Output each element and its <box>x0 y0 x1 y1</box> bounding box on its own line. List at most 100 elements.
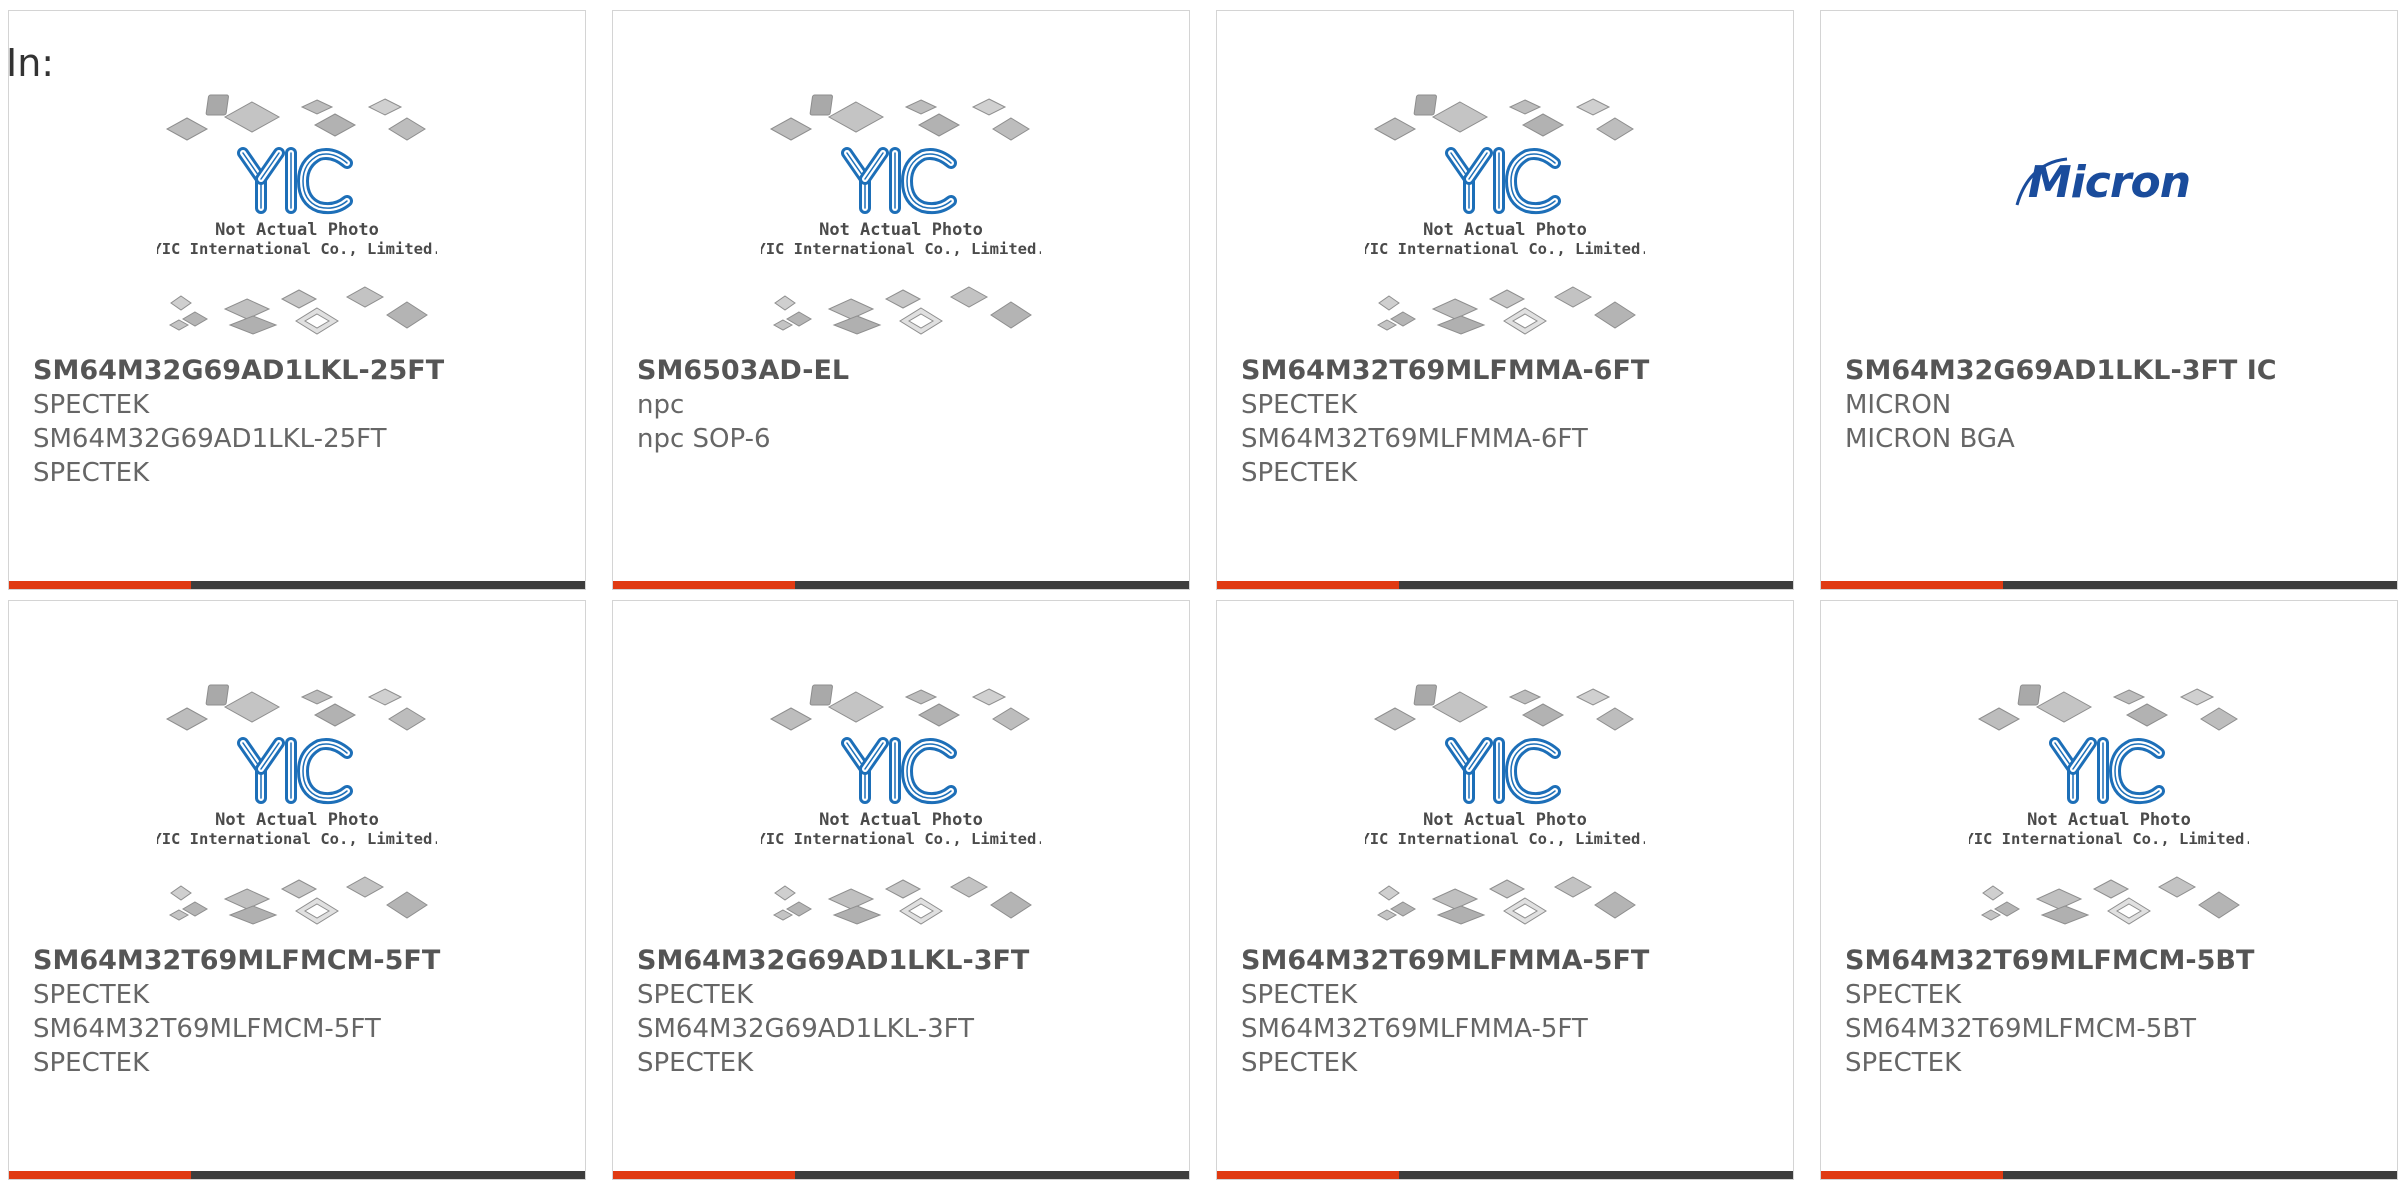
product-name[interactable]: SM6503AD-EL <box>637 354 1179 388</box>
product-info: SM64M32G69AD1LKL-3FT SPECTEK SM64M32G69A… <box>637 944 1179 1080</box>
not-actual-photo-caption: Not Actual Photo <box>819 220 983 240</box>
card-bottom-bar <box>1217 1171 1793 1179</box>
product-name[interactable]: SM64M32T69MLFMCM-5BT <box>1845 944 2387 978</box>
chip-packages-icon <box>168 286 428 335</box>
not-actual-photo-caption: Not Actual Photo <box>2027 810 2191 830</box>
product-name[interactable]: SM64M32T69MLFMMA-5FT <box>1241 944 1783 978</box>
company-caption: YIC International Co., Limited. <box>761 830 1041 848</box>
package-text: SPECTEK <box>33 458 150 488</box>
product-info: SM64M32T69MLFMCM-5BT SPECTEK SM64M32T69M… <box>1845 944 2387 1080</box>
product-info: SM64M32T69MLFMCM-5FT SPECTEK SM64M32T69M… <box>33 944 575 1080</box>
not-actual-photo-caption: Not Actual Photo <box>215 810 379 830</box>
card-accent-bar <box>9 1171 191 1179</box>
product-info: SM64M32G69AD1LKL-3FT IC MICRON MICRON BG… <box>1845 354 2387 456</box>
card-accent-bar <box>1217 581 1399 589</box>
product-info: SM64M32T69MLFMMA-6FT SPECTEK SM64M32T69M… <box>1241 354 1783 490</box>
chip-packages-icon <box>772 876 1032 925</box>
yic-logo-icon <box>237 147 353 215</box>
product-card[interactable]: Not Actual Photo YIC International Co., L… <box>612 10 1190 590</box>
chip-packages-icon <box>1376 286 1636 335</box>
product-name[interactable]: SM64M32G69AD1LKL-3FT <box>637 944 1179 978</box>
yic-logo-icon <box>841 147 957 215</box>
chip-packages-icon <box>769 94 1030 141</box>
product-photo-placeholder: Not Actual Photo YIC International Co., L… <box>9 683 585 943</box>
part-description: SM64M32T69MLFMMA-5FT <box>1241 1014 1588 1044</box>
not-actual-photo-caption: Not Actual Photo <box>1423 220 1587 240</box>
product-card[interactable]: Not Actual Photo YIC International Co., L… <box>8 10 586 590</box>
product-photo-placeholder: Not Actual Photo YIC International Co., L… <box>1217 93 1793 353</box>
product-photo-placeholder: Not Actual Photo YIC International Co., L… <box>9 93 585 353</box>
product-photo-placeholder: Not Actual Photo YIC International Co., L… <box>1217 683 1793 943</box>
chip-packages-icon <box>772 286 1032 335</box>
part-description: SM64M32G69AD1LKL-25FT <box>33 424 387 454</box>
product-info: SM64M32T69MLFMMA-5FT SPECTEK SM64M32T69M… <box>1241 944 1783 1080</box>
part-description: SM64M32G69AD1LKL-3FT <box>637 1014 974 1044</box>
card-bottom-bar <box>1217 581 1793 589</box>
chip-packages-icon <box>769 684 1030 731</box>
card-accent-bar <box>1821 1171 2003 1179</box>
chip-packages-icon <box>165 94 426 141</box>
manufacturer-text: SPECTEK <box>33 980 150 1010</box>
card-accent-bar <box>613 581 795 589</box>
product-card[interactable]: Not Actual Photo YIC International Co., L… <box>1216 600 1794 1180</box>
card-bottom-bar <box>1821 581 2397 589</box>
card-bottom-bar <box>613 581 1189 589</box>
package-text: SPECTEK <box>1845 1048 1962 1078</box>
package-text: SPECTEK <box>1241 1048 1358 1078</box>
yic-logo-icon <box>237 737 353 805</box>
product-photo-placeholder: Not Actual Photo YIC International Co., L… <box>613 683 1189 943</box>
product-name[interactable]: SM64M32T69MLFMMA-6FT <box>1241 354 1783 388</box>
chip-packages-icon <box>1977 684 2238 731</box>
product-photo-placeholder: Not Actual Photo YIC International Co., L… <box>1821 683 2397 943</box>
manufacturer-text: npc <box>637 390 685 420</box>
manufacturer-text: SPECTEK <box>637 980 754 1010</box>
card-bottom-bar <box>9 1171 585 1179</box>
card-accent-bar <box>1821 581 2003 589</box>
yic-logo-icon <box>841 737 957 805</box>
product-name[interactable]: SM64M32G69AD1LKL-3FT IC <box>1845 354 2387 388</box>
manufacturer-text: SPECTEK <box>1241 980 1358 1010</box>
not-actual-photo-caption: Not Actual Photo <box>819 810 983 830</box>
company-caption: YIC International Co., Limited. <box>761 240 1041 258</box>
part-description: SM64M32T69MLFMCM-5FT <box>33 1014 381 1044</box>
product-info: SM6503AD-EL npc npc SOP-6 <box>637 354 1179 456</box>
company-caption: YIC International Co., Limited. <box>1365 830 1645 848</box>
card-bottom-bar <box>1821 1171 2397 1179</box>
chip-packages-icon <box>1376 876 1636 925</box>
card-bottom-bar <box>613 1171 1189 1179</box>
package-text: SPECTEK <box>1241 458 1358 488</box>
manufacturer-text: SPECTEK <box>1241 390 1358 420</box>
package-text: SPECTEK <box>33 1048 150 1078</box>
chip-packages-icon <box>1373 684 1634 731</box>
card-accent-bar <box>613 1171 795 1179</box>
manufacturer-text: SPECTEK <box>1845 980 1962 1010</box>
product-name[interactable]: SM64M32G69AD1LKL-25FT <box>33 354 575 388</box>
yic-logo-icon <box>1445 737 1561 805</box>
part-description: npc SOP-6 <box>637 424 771 454</box>
card-accent-bar <box>1217 1171 1399 1179</box>
product-info: SM64M32G69AD1LKL-25FT SPECTEK SM64M32G69… <box>33 354 575 490</box>
not-actual-photo-caption: Not Actual Photo <box>1423 810 1587 830</box>
product-grid: Not Actual Photo YIC International Co., L… <box>8 10 2398 1180</box>
manufacturer-text: MICRON <box>1845 390 1952 420</box>
product-card[interactable]: Not Actual Photo YIC International Co., L… <box>8 600 586 1180</box>
micron-logo-icon: Micron <box>1821 149 2397 219</box>
product-card[interactable]: Not Actual Photo YIC International Co., L… <box>612 600 1190 1180</box>
product-card[interactable]: Micron SM64M32G69AD1LKL-3FT IC MICRON MI… <box>1820 10 2398 590</box>
part-description: MICRON BGA <box>1845 424 2015 454</box>
chip-packages-icon <box>1373 94 1634 141</box>
chip-packages-icon <box>1980 876 2240 925</box>
yic-logo-icon <box>1445 147 1561 215</box>
manufacturer-text: SPECTEK <box>33 390 150 420</box>
product-card[interactable]: Not Actual Photo YIC International Co., L… <box>1216 10 1794 590</box>
product-card[interactable]: Not Actual Photo YIC International Co., L… <box>1820 600 2398 1180</box>
card-accent-bar <box>9 581 191 589</box>
in-label: In: <box>6 41 55 85</box>
part-description: SM64M32T69MLFMMA-6FT <box>1241 424 1588 454</box>
chip-packages-icon <box>168 876 428 925</box>
product-name[interactable]: SM64M32T69MLFMCM-5FT <box>33 944 575 978</box>
package-text: SPECTEK <box>637 1048 754 1078</box>
card-bottom-bar <box>9 581 585 589</box>
not-actual-photo-caption: Not Actual Photo <box>215 220 379 240</box>
company-caption: YIC International Co., Limited. <box>1969 830 2249 848</box>
